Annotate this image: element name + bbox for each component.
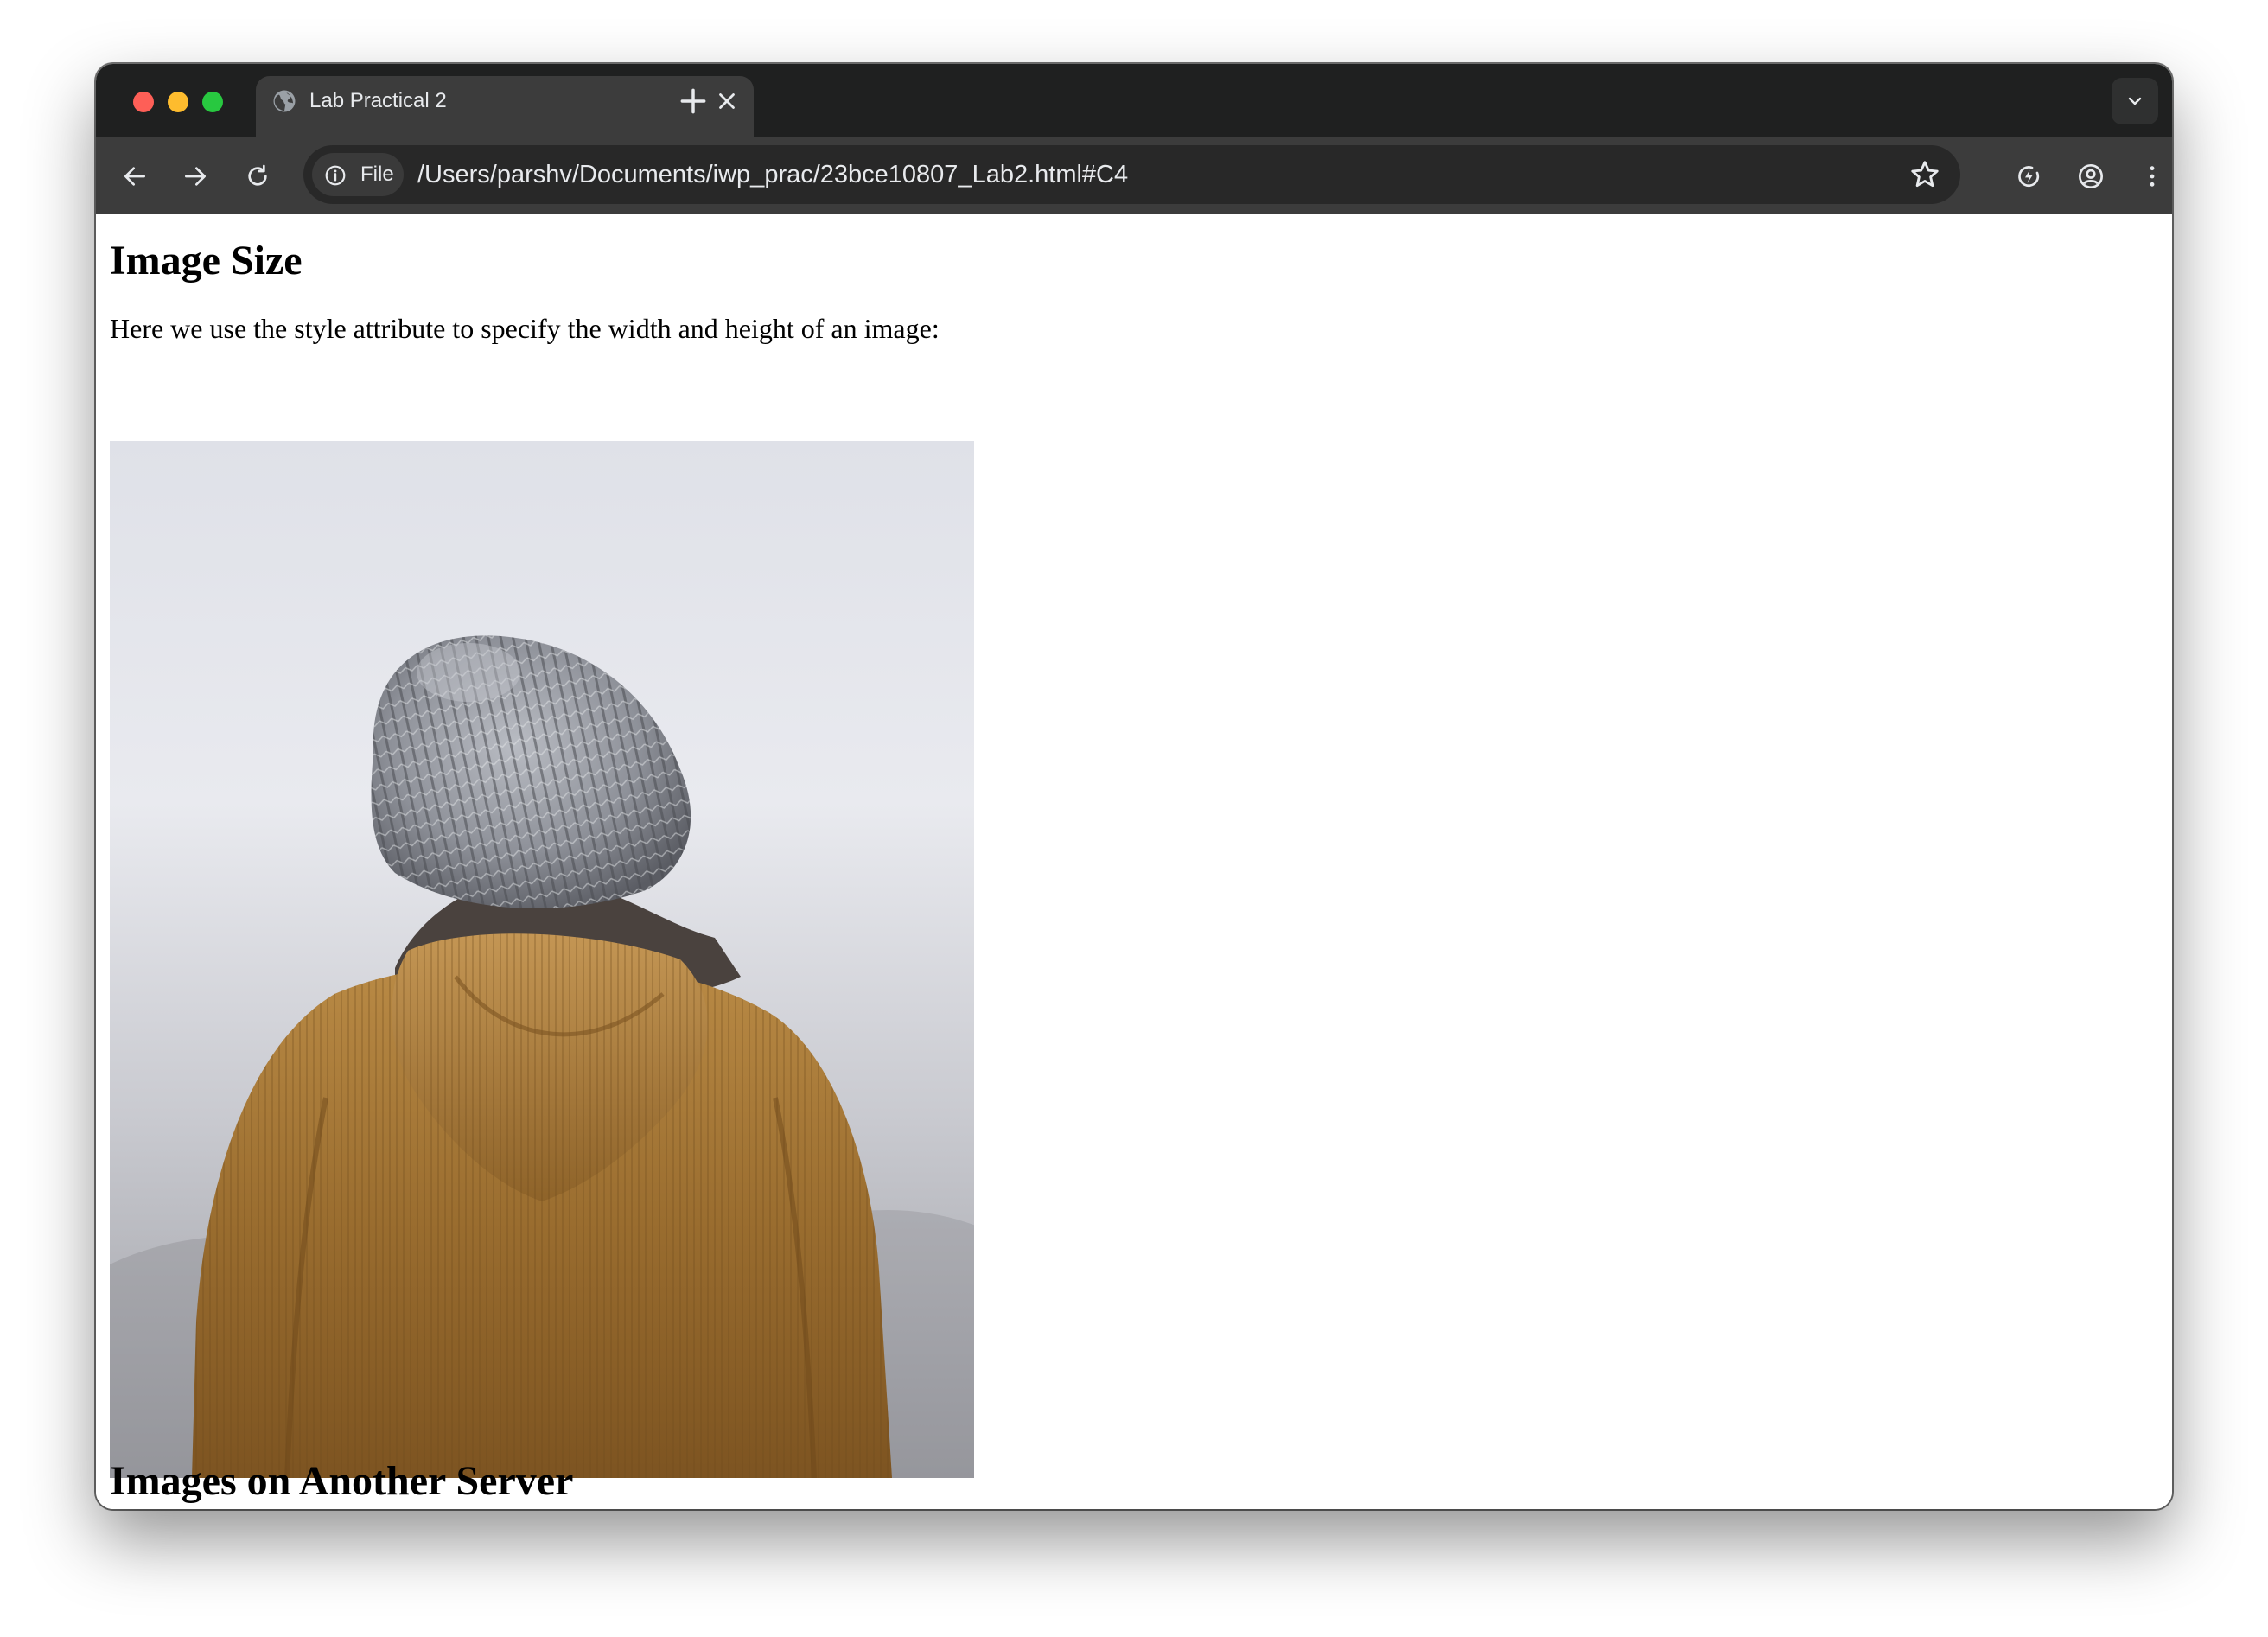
close-icon[interactable] — [714, 88, 740, 114]
browser-toolbar: File /Users/parshv/Documents/iwp_prac/23… — [96, 137, 2172, 216]
site-info-label: File — [360, 162, 394, 186]
back-button[interactable] — [115, 156, 155, 196]
heading-images-other-server: Images on Another Server — [110, 1458, 574, 1504]
forward-button[interactable] — [175, 156, 215, 196]
address-bar[interactable]: File /Users/parshv/Documents/iwp_prac/23… — [303, 145, 1960, 204]
reload-icon — [248, 164, 267, 186]
profile-icon — [2079, 164, 2103, 188]
tab-strip: Lab Practical 2 — [96, 64, 2172, 137]
chevron-down-icon — [2128, 97, 2142, 105]
tab-search-button[interactable] — [2112, 78, 2158, 124]
heading-image-size: Image Size — [110, 238, 303, 283]
menu-button[interactable] — [2132, 156, 2172, 196]
site-info-chip[interactable]: File — [312, 153, 404, 196]
performance-button[interactable] — [2009, 156, 2048, 196]
kebab-menu-icon — [2150, 166, 2155, 187]
lightning-icon — [2018, 166, 2040, 188]
zoom-window-button[interactable] — [202, 92, 223, 112]
page-content: Image Size Here we use the style attribu… — [96, 214, 2172, 1509]
tab-title: Lab Practical 2 — [309, 89, 447, 112]
plus-icon[interactable] — [677, 85, 710, 118]
star-icon[interactable] — [1908, 158, 1941, 191]
globe-icon — [273, 90, 296, 112]
reload-button[interactable] — [238, 156, 277, 196]
intro-paragraph: Here we use the style attribute to speci… — [110, 313, 940, 344]
profile-button[interactable] — [2071, 156, 2111, 196]
minimize-window-button[interactable] — [168, 92, 188, 112]
url-text[interactable]: /Users/parshv/Documents/iwp_prac/23bce10… — [417, 159, 1128, 190]
browser-window: Lab Practical 2 File /Users/parshv/Docum… — [96, 64, 2172, 1509]
forward-arrow-icon — [185, 167, 206, 186]
person-photo — [110, 441, 974, 1478]
back-arrow-icon — [124, 167, 145, 186]
close-window-button[interactable] — [133, 92, 154, 112]
info-icon — [325, 165, 346, 186]
